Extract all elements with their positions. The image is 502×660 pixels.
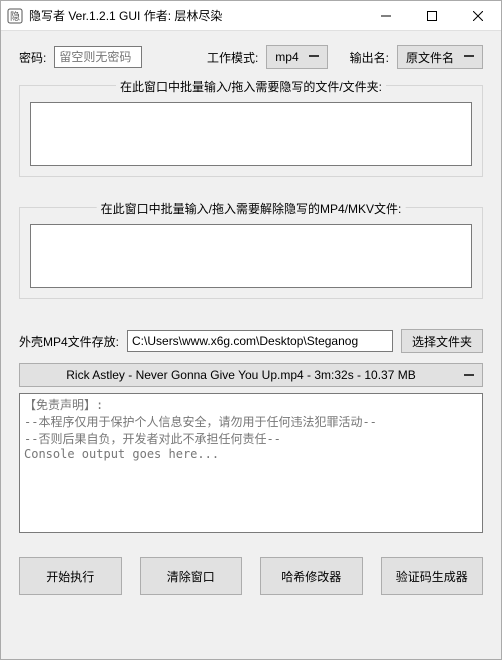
workmode-label: 工作模式: xyxy=(207,49,258,66)
workmode-value: mp4 xyxy=(275,50,298,64)
minimize-icon xyxy=(381,11,391,21)
choose-folder-button[interactable]: 选择文件夹 xyxy=(401,329,483,353)
shell-file-value: Rick Astley - Never Gonna Give You Up.mp… xyxy=(28,368,454,382)
shell-file-dropdown[interactable]: Rick Astley - Never Gonna Give You Up.mp… xyxy=(19,363,483,387)
maximize-icon xyxy=(427,11,437,21)
outname-label: 输出名: xyxy=(350,49,389,66)
app-icon: 隐 xyxy=(7,8,23,24)
shell-path-input[interactable] xyxy=(127,330,393,352)
hash-modifier-button[interactable]: 哈希修改器 xyxy=(260,557,363,595)
content-area: 密码: 工作模式: mp4 输出名: 原文件名 在此窗口中批量输入/拖入需要隐写… xyxy=(1,31,501,659)
reveal-files-label: 在此窗口中批量输入/拖入需要解除隐写的MP4/MKV文件: xyxy=(97,200,406,217)
titlebar: 隐 隐写者 Ver.1.2.1 GUI 作者: 层林尽染 xyxy=(1,1,501,31)
password-label: 密码: xyxy=(19,49,46,66)
outname-dropdown[interactable]: 原文件名 xyxy=(397,45,483,69)
start-button[interactable]: 开始执行 xyxy=(19,557,122,595)
app-window: 隐 隐写者 Ver.1.2.1 GUI 作者: 层林尽染 密码: 工作模式: m… xyxy=(0,0,502,660)
close-icon xyxy=(473,11,483,21)
svg-text:隐: 隐 xyxy=(10,11,20,23)
close-button[interactable] xyxy=(455,1,501,30)
window-controls xyxy=(363,1,501,30)
top-row: 密码: 工作模式: mp4 输出名: 原文件名 xyxy=(19,45,483,69)
maximize-button[interactable] xyxy=(409,1,455,30)
workmode-dropdown[interactable]: mp4 xyxy=(266,45,327,69)
outname-value: 原文件名 xyxy=(406,49,454,66)
path-row: 外壳MP4文件存放: 选择文件夹 xyxy=(19,329,483,353)
clear-button[interactable]: 清除窗口 xyxy=(140,557,243,595)
console-output: 【免责声明】: --本程序仅用于保护个人信息安全，请勿用于任何违法犯罪活动-- … xyxy=(19,393,483,533)
reveal-files-listbox[interactable] xyxy=(30,224,472,288)
hide-files-label: 在此窗口中批量输入/拖入需要隐写的文件/文件夹: xyxy=(116,78,386,95)
password-input[interactable] xyxy=(54,46,142,68)
bottom-buttons: 开始执行 清除窗口 哈希修改器 验证码生成器 xyxy=(19,557,483,595)
chevron-down-icon xyxy=(464,54,474,60)
chevron-down-icon xyxy=(309,54,319,60)
window-title: 隐写者 Ver.1.2.1 GUI 作者: 层林尽染 xyxy=(29,7,363,24)
hide-files-listbox[interactable] xyxy=(30,102,472,166)
hide-files-group: 在此窗口中批量输入/拖入需要隐写的文件/文件夹: xyxy=(19,85,483,177)
shell-path-label: 外壳MP4文件存放: xyxy=(19,333,119,350)
reveal-files-group: 在此窗口中批量输入/拖入需要解除隐写的MP4/MKV文件: xyxy=(19,207,483,299)
minimize-button[interactable] xyxy=(363,1,409,30)
chevron-down-icon xyxy=(464,368,474,382)
verify-generator-button[interactable]: 验证码生成器 xyxy=(381,557,484,595)
